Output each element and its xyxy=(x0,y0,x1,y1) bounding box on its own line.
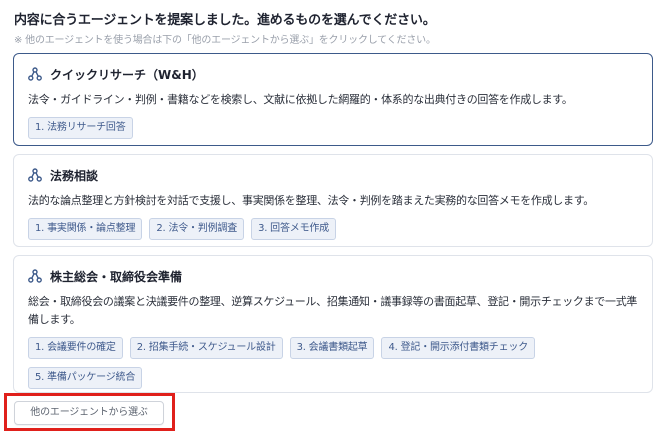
agent-card-description: 総会・取締役会の議案と決議要件の整理、逆算スケジュール、招集通知・議事録等の書面… xyxy=(28,295,638,326)
agent-card-title: 株主総会・取締役会準備 xyxy=(50,269,183,284)
agent-card-shareholders-board-prep[interactable]: 株主総会・取締役会準備 総会・取締役会の議案と決議要件の整理、逆算スケジュール、… xyxy=(13,255,653,393)
agent-network-icon xyxy=(28,269,42,283)
other-agents-button[interactable]: 他のエージェントから選ぶ xyxy=(14,401,164,425)
highlight-box: 他のエージェントから選ぶ xyxy=(4,393,175,431)
agent-step-tag: 2. 招集手続・スケジュール設計 xyxy=(129,337,283,359)
agent-card-description: 法令・ガイドライン・判例・書籍などを検索し、文献に依拠した網羅的・体系的な出典付… xyxy=(28,93,573,106)
agent-step-tag: 5. 準備パッケージ統合 xyxy=(28,367,143,389)
agent-step-tag: 1. 事実関係・論点整理 xyxy=(28,218,143,240)
agent-card-title: 法務相談 xyxy=(50,168,99,183)
agent-step-tag: 4. 登記・開示添付書類チェック xyxy=(381,337,536,359)
agent-card-description: 法的な論点整理と方針検討を対話で支援し、事実関係を整理、法令・判例を踏まえた実務… xyxy=(28,194,594,207)
agent-network-icon xyxy=(28,67,42,81)
agent-step-list: 1. 会議要件の確定 2. 招集手続・スケジュール設計 3. 会議書類起草 4.… xyxy=(28,337,638,389)
agent-step-tag: 1. 法務リサーチ回答 xyxy=(28,117,133,139)
agent-step-list: 1. 法務リサーチ回答 xyxy=(28,117,638,139)
agent-suggestion-panel: 内容に合うエージェントを提案しました。進めるものを選んでください。 ※ 他のエー… xyxy=(0,0,670,436)
agent-step-tag: 2. 法令・判例調査 xyxy=(149,218,245,240)
agent-card-quick-research[interactable]: クイックリサーチ（W&H） 法令・ガイドライン・判例・書籍などを検索し、文献に依… xyxy=(13,53,653,146)
page-title: 内容に合うエージェントを提案しました。進めるものを選んでください。 xyxy=(14,13,436,28)
agent-step-tag: 3. 会議書類起草 xyxy=(289,337,375,359)
agent-step-tag: 3. 回答メモ作成 xyxy=(251,218,336,240)
agent-step-tag: 1. 会議要件の確定 xyxy=(28,337,123,359)
instruction-note: ※ 他のエージェントを使う場合は下の「他のエージェントから選ぶ」をクリックしてく… xyxy=(14,35,436,46)
agent-step-list: 1. 事実関係・論点整理 2. 法令・判例調査 3. 回答メモ作成 xyxy=(28,218,638,240)
agent-card-legal-consultation[interactable]: 法務相談 法的な論点整理と方針検討を対話で支援し、事実関係を整理、法令・判例を踏… xyxy=(13,154,653,247)
agent-card-title: クイックリサーチ（W&H） xyxy=(50,67,204,82)
agent-network-icon xyxy=(28,168,42,182)
